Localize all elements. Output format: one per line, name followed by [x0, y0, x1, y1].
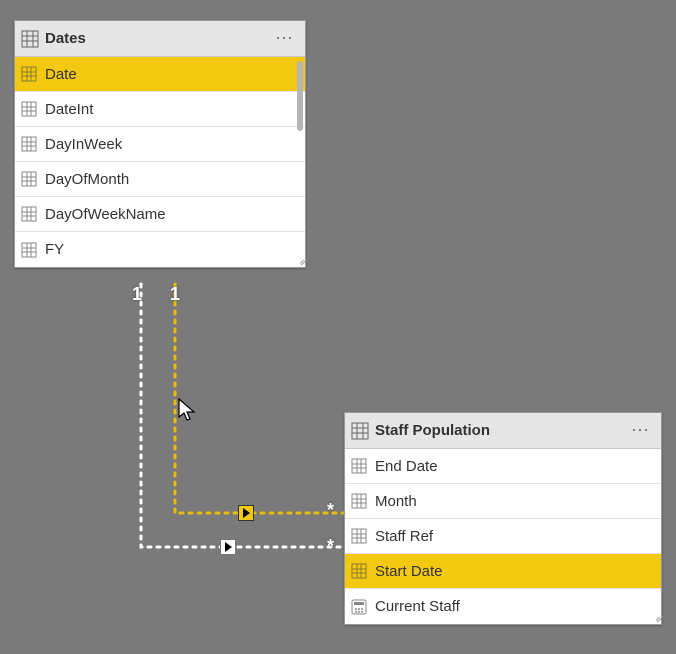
column-icon — [21, 171, 37, 187]
field-row-staff-ref[interactable]: Staff Ref — [345, 519, 661, 554]
column-icon — [21, 206, 37, 222]
table-header[interactable]: Staff Population ⋯ — [345, 413, 661, 449]
table-card-dates[interactable]: Dates ⋯ Date DateInt DayInWeek DayOfMont… — [14, 20, 306, 268]
table-title: Dates — [45, 30, 275, 47]
field-row-dateint[interactable]: DateInt — [15, 92, 305, 127]
field-label: FY — [45, 241, 64, 258]
field-list: End Date Month Staff Ref Start Date Curr… — [345, 449, 661, 624]
cardinality-one: 1 — [170, 284, 180, 305]
field-list: Date DateInt DayInWeek DayOfMonth DayOfW… — [15, 57, 305, 267]
field-row-month[interactable]: Month — [345, 484, 661, 519]
table-card-staff-population[interactable]: Staff Population ⋯ End Date Month Staff … — [344, 412, 662, 625]
column-icon — [351, 493, 367, 509]
field-label: DayOfMonth — [45, 171, 129, 188]
column-icon — [21, 66, 37, 82]
column-icon — [21, 242, 37, 258]
model-canvas[interactable]: { "tables": { "dates": { "title": "Dates… — [0, 0, 676, 654]
table-title: Staff Population — [375, 422, 631, 439]
table-icon — [21, 30, 39, 48]
field-row-start-date[interactable]: Start Date — [345, 554, 661, 589]
field-label: DayInWeek — [45, 136, 122, 153]
table-icon — [351, 422, 369, 440]
field-row-current-staff[interactable]: Current Staff — [345, 589, 661, 624]
field-label: Month — [375, 493, 417, 510]
field-row-dayofmonth[interactable]: DayOfMonth — [15, 162, 305, 197]
field-row-dayofweekname[interactable]: DayOfWeekName — [15, 197, 305, 232]
field-row-end-date[interactable]: End Date — [345, 449, 661, 484]
field-row-date[interactable]: Date — [15, 57, 305, 92]
relationship-direction-selected[interactable] — [238, 505, 254, 521]
field-label: Start Date — [375, 563, 443, 580]
field-label: DayOfWeekName — [45, 206, 166, 223]
field-label: Date — [45, 66, 77, 83]
resize-grip[interactable] — [651, 614, 659, 622]
column-icon — [351, 528, 367, 544]
resize-grip[interactable] — [295, 257, 303, 265]
measure-icon — [351, 599, 367, 615]
field-label: End Date — [375, 458, 438, 475]
field-row-dayinweek[interactable]: DayInWeek — [15, 127, 305, 162]
relationship-direction[interactable] — [220, 539, 236, 555]
column-icon — [351, 458, 367, 474]
cardinality-many: * — [327, 536, 334, 557]
table-options-icon[interactable]: ⋯ — [275, 28, 297, 49]
field-row-fy[interactable]: FY — [15, 232, 305, 267]
table-header[interactable]: Dates ⋯ — [15, 21, 305, 57]
field-label: Staff Ref — [375, 528, 433, 545]
column-icon — [351, 563, 367, 579]
column-icon — [21, 101, 37, 117]
column-icon — [21, 136, 37, 152]
scrollbar[interactable] — [297, 61, 303, 131]
field-label: DateInt — [45, 101, 93, 118]
cardinality-many: * — [327, 500, 334, 521]
cardinality-one: 1 — [132, 284, 142, 305]
cursor-icon — [177, 397, 197, 423]
field-label: Current Staff — [375, 598, 460, 615]
table-options-icon[interactable]: ⋯ — [631, 420, 653, 441]
